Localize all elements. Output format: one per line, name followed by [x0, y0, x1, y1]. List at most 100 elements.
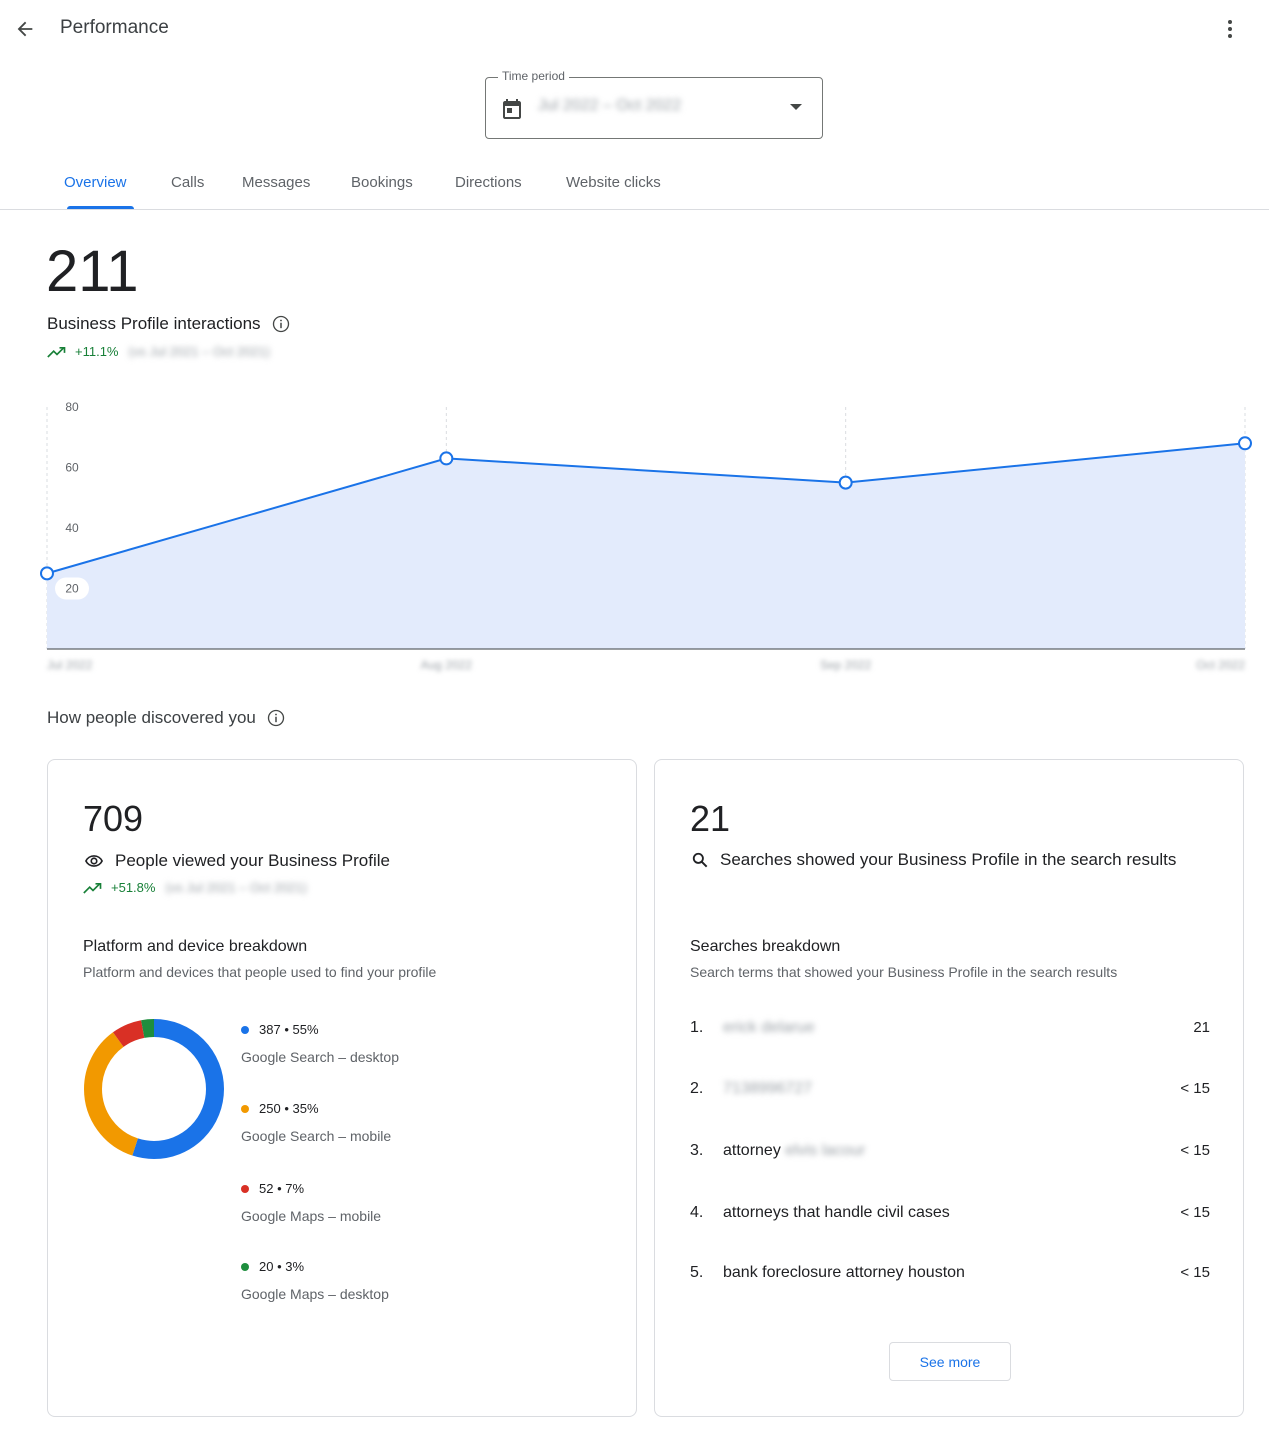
- search-term-row: 1. erick delarue 21: [690, 1019, 1210, 1043]
- arrow-back-icon: [17, 21, 33, 37]
- profile-views-label: People viewed your Business Profile: [115, 851, 390, 870]
- term-hidden: elvis lacour: [785, 1142, 866, 1159]
- platform-donut-chart: [84, 1019, 224, 1159]
- interactions-label: Business Profile interactions: [47, 314, 261, 333]
- legend-pct: 7%: [285, 1181, 305, 1196]
- legend-pct: 35%: [292, 1101, 319, 1116]
- profile-views-comparison: (vs Jul 2021 – Oct 2021): [165, 880, 308, 895]
- data-point: [838, 475, 853, 490]
- search-term-row: 3. attorney elvis lacour < 15: [690, 1142, 1210, 1166]
- interactions-comparison: (vs Jul 2021 – Oct 2021): [128, 344, 271, 359]
- time-period-select[interactable]: Time period Jul 2022 – Oct 2022: [485, 69, 823, 139]
- area-fill: [47, 443, 1245, 649]
- interactions-trend: +11.1% (vs Jul 2021 – Oct 2021): [47, 344, 270, 359]
- profile-views-card: 709 People viewed your Business Profile …: [47, 759, 637, 1417]
- legend-count: 20: [259, 1259, 274, 1274]
- trending-up-icon: [47, 346, 66, 358]
- profile-views-total: 709: [83, 798, 144, 839]
- active-tab-indicator: [67, 206, 134, 209]
- legend-item-search-mobile: 250 • 35% Google Search – mobile: [241, 1101, 392, 1144]
- term-index: 3.: [690, 1142, 704, 1159]
- info-icon[interactable]: [271, 314, 291, 334]
- search-icon: [692, 852, 708, 868]
- y-tick-label: 40: [65, 521, 79, 535]
- tab-website-clicks[interactable]: Website clicks: [566, 174, 661, 191]
- search-term-row: 2. 7138996727 < 15: [690, 1080, 1210, 1104]
- x-tick-label: Aug 2022: [421, 658, 473, 672]
- data-point: [40, 566, 54, 581]
- y-tick-label: 60: [65, 461, 79, 475]
- legend-item-search-desktop: 387 • 55% Google Search – desktop: [241, 1022, 399, 1065]
- calendar-icon: [503, 99, 521, 119]
- searches-label: Searches showed your Business Profile in…: [720, 850, 1177, 869]
- more-options-button[interactable]: [1216, 14, 1244, 44]
- tab-messages[interactable]: Messages: [242, 174, 310, 191]
- term-count: < 15: [1180, 1264, 1210, 1281]
- y-tick-label: 80: [65, 400, 79, 414]
- eye-icon: [85, 855, 103, 867]
- legend-count: 52: [259, 1181, 274, 1196]
- legend-item-maps-desktop: 20 • 3% Google Maps – desktop: [241, 1259, 389, 1302]
- time-period-label: Time period: [498, 69, 569, 83]
- legend-label: Google Search – mobile: [241, 1128, 392, 1144]
- platform-breakdown-title: Platform and device breakdown: [83, 938, 308, 955]
- tab-directions[interactable]: Directions: [455, 174, 522, 191]
- discovery-title: How people discovered you: [47, 708, 256, 727]
- back-button[interactable]: [10, 14, 40, 44]
- term-index: 4.: [690, 1204, 704, 1221]
- x-tick-label: Sep 2022: [820, 658, 872, 672]
- term-text: 7138996727: [723, 1080, 812, 1098]
- term-hidden: 7138996727: [723, 1080, 812, 1097]
- legend-pct: 55%: [292, 1022, 319, 1037]
- tab-overview[interactable]: Overview: [64, 174, 127, 191]
- term-index: 5.: [690, 1264, 704, 1281]
- search-term-row: 5. bank foreclosure attorney houston < 1…: [690, 1264, 1210, 1288]
- term-text: bank foreclosure attorney houston: [723, 1264, 965, 1282]
- term-count: < 15: [1180, 1142, 1210, 1159]
- info-icon[interactable]: [266, 708, 286, 728]
- searches-label-row: Searches showed your Business Profile in…: [690, 850, 1176, 870]
- profile-views-trend: +51.8% (vs Jul 2021 – Oct 2021): [83, 880, 307, 895]
- interactions-label-row: Business Profile interactions: [47, 314, 291, 334]
- searches-total: 21: [690, 798, 731, 839]
- search-term-row: 4. attorneys that handle civil cases < 1…: [690, 1204, 1210, 1228]
- term-index: 2.: [690, 1080, 704, 1097]
- platform-breakdown-desc: Platform and devices that people used to…: [83, 964, 437, 980]
- y-tick-label: 20: [65, 582, 79, 596]
- term-text: attorney elvis lacour: [723, 1142, 865, 1160]
- term-count: < 15: [1180, 1080, 1210, 1097]
- time-period-value: Jul 2022 – Oct 2022: [538, 97, 682, 114]
- x-tick-label: Oct 2022: [1196, 658, 1245, 672]
- profile-views-change: +51.8%: [111, 880, 156, 895]
- see-more-button[interactable]: See more: [889, 1342, 1011, 1381]
- top-bar: Performance: [0, 0, 1269, 58]
- legend-pct: 3%: [285, 1259, 305, 1274]
- discovery-section-title-row: How people discovered you: [47, 708, 286, 728]
- profile-views-label-row: People viewed your Business Profile: [83, 850, 390, 872]
- legend-dot: [241, 1262, 249, 1271]
- tab-bar: Overview Calls Messages Bookings Directi…: [0, 160, 1269, 210]
- interactions-change: +11.1%: [75, 344, 119, 359]
- legend-count: 387: [259, 1022, 281, 1037]
- legend-label: Google Maps – mobile: [241, 1208, 382, 1224]
- tab-calls[interactable]: Calls: [171, 174, 204, 191]
- term-count: 21: [1193, 1019, 1210, 1036]
- searches-breakdown-desc: Search terms that showed your Business P…: [690, 964, 1118, 980]
- searches-breakdown-title: Searches breakdown: [690, 938, 841, 955]
- tab-bookings[interactable]: Bookings: [351, 174, 413, 191]
- term-prefix: bank foreclosure attorney houston: [723, 1264, 965, 1281]
- legend-count: 250: [259, 1101, 281, 1116]
- legend-dot: [241, 1104, 249, 1113]
- term-prefix: attorney: [723, 1142, 786, 1159]
- term-prefix: attorneys that handle civil cases: [723, 1204, 950, 1221]
- searches-card: 21 Searches showed your Business Profile…: [654, 759, 1244, 1417]
- interactions-chart: 20 40 60 80 Jul 2022 Aug 2022 Sep 2022 Oct 2022: [40, 400, 1252, 672]
- legend-label: Google Search – desktop: [241, 1049, 399, 1065]
- dropdown-caret-icon: [790, 104, 802, 110]
- legend-dot: [241, 1184, 249, 1193]
- legend-dot: [241, 1025, 249, 1034]
- page-title: Performance: [60, 17, 169, 38]
- term-hidden: erick delarue: [723, 1019, 815, 1036]
- interactions-total: 211: [46, 239, 139, 304]
- data-point: [439, 451, 454, 466]
